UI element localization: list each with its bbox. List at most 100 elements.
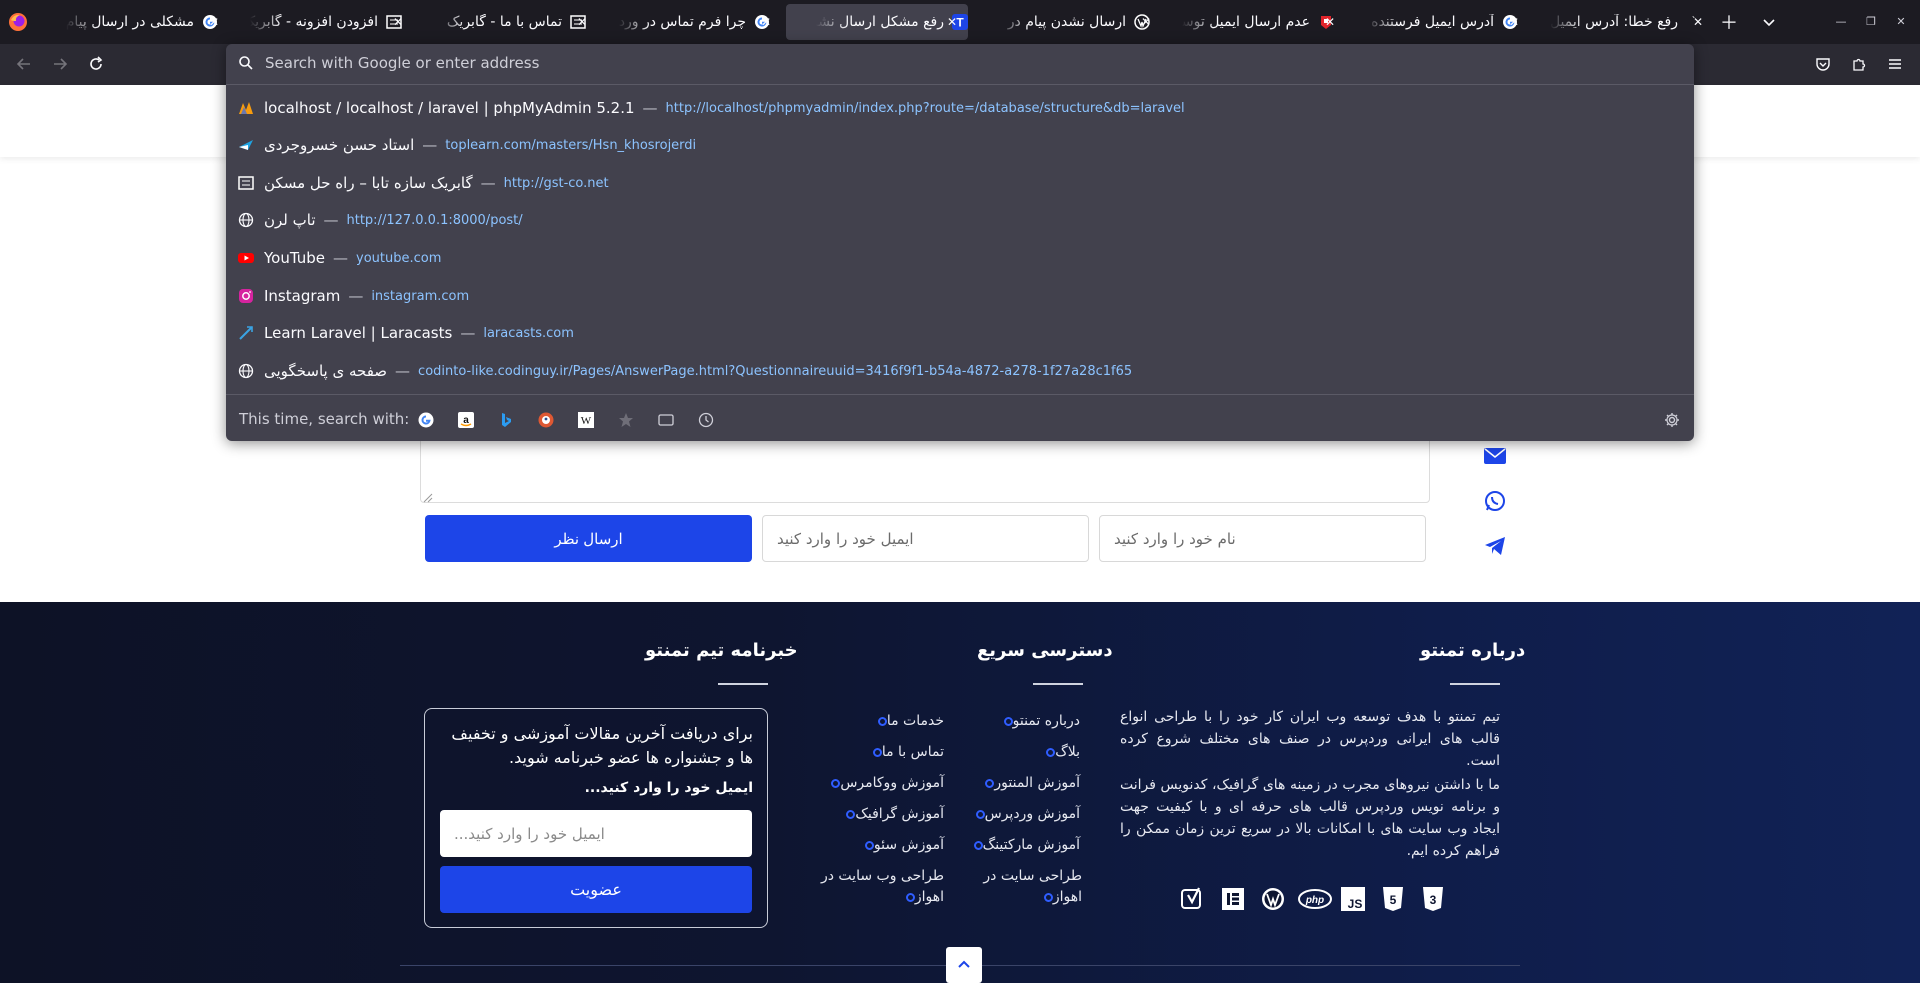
close-tab-icon[interactable]: ✕	[1322, 14, 1338, 30]
history-clock-icon[interactable]	[696, 410, 716, 430]
tab-title: آدرس ایمیل فرستنده	[1371, 14, 1494, 30]
search-icon	[239, 56, 253, 70]
footer-link[interactable]: تماس با ما	[800, 742, 944, 763]
back-arrow-icon[interactable]	[12, 52, 36, 76]
footer-link[interactable]: آموزش سئو	[800, 835, 944, 856]
search-settings-gear-icon[interactable]	[1662, 410, 1682, 430]
tab-8[interactable]: ` رفع خطا: آدرس ایمیل ✕	[1532, 4, 1703, 40]
urlbar-result[interactable]: استاد حسن خسروجردی — toplearn.com/master…	[226, 126, 1694, 164]
urlbar-result[interactable]: Instagram — instagram.com	[226, 277, 1694, 315]
tab-1[interactable]: افزودن افزونه - گابریک ✕	[232, 4, 403, 40]
bing-icon[interactable]	[496, 410, 516, 430]
amazon-icon[interactable]: a	[456, 410, 476, 430]
pocket-icon[interactable]	[1811, 52, 1835, 76]
urlbar-result[interactable]: localhost / localhost / laravel | phpMyA…	[226, 89, 1694, 127]
app-menu-hamburger-icon[interactable]	[1883, 52, 1907, 76]
tabs-icon[interactable]	[656, 410, 676, 430]
tab-title: رفع مشکل ارسال نشدن	[816, 14, 944, 30]
restore-window-icon[interactable]: ❐	[1862, 12, 1880, 30]
css3-icon: 3	[1419, 885, 1447, 913]
tab-5[interactable]: ارسال نشدن پیام در ✕	[980, 4, 1151, 40]
footer-link[interactable]: بلاگ	[960, 742, 1080, 763]
urlbar-result[interactable]: Learn Laravel | Laracasts — laracasts.co…	[226, 314, 1694, 352]
bookmarks-star-icon[interactable]	[616, 410, 636, 430]
footer-link[interactable]: طراحی وب سایت در اهواز	[800, 866, 944, 908]
footer-link[interactable]: آموزش مارکتینگ	[960, 835, 1080, 856]
tab-title: رفع خطا: آدرس ایمیل	[1550, 14, 1678, 30]
result-url: laracasts.com	[483, 325, 574, 341]
close-window-icon[interactable]: ✕	[1892, 12, 1910, 30]
newsletter-email-input[interactable]: ایمیل خود را وارد کنید...	[440, 810, 752, 857]
about-title: درباره تمنتو	[1420, 640, 1526, 661]
whatsapp-icon[interactable]	[1481, 487, 1509, 515]
tab-title: ارسال نشدن پیام در	[1007, 14, 1126, 30]
close-tab-icon[interactable]: ✕	[1138, 14, 1154, 30]
subscribe-button[interactable]: عضویت	[440, 866, 752, 913]
urlbar-result[interactable]: YouTube — youtube.com	[226, 239, 1694, 277]
close-tab-icon[interactable]: ✕	[1506, 14, 1522, 30]
title-underline	[1450, 683, 1500, 685]
close-tab-icon[interactable]: ✕	[574, 14, 590, 30]
list-all-tabs-chevron-down-icon[interactable]	[1757, 10, 1781, 34]
footer-link[interactable]: درباره تمنتو	[960, 711, 1080, 732]
tab-3[interactable]: چرا فرم تماس در ورد ✕	[600, 4, 771, 40]
tab-title: مشکلی در ارسال پیام	[66, 14, 194, 30]
urlbar-result[interactable]: صفحه ی پاسخگویی — codinto-like.codinguy.…	[226, 352, 1694, 390]
result-separator: —	[642, 99, 658, 117]
bullet-icon	[831, 778, 841, 788]
forward-arrow-icon[interactable]	[48, 52, 72, 76]
submit-comment-button[interactable]: ارسال نظر	[425, 515, 752, 562]
close-tab-icon[interactable]: ✕	[1690, 14, 1706, 30]
footer-link[interactable]: طراحی سایت در اهواز	[960, 866, 1082, 908]
tab-4-active[interactable]: T رفع مشکل ارسال نشدن ✕	[786, 4, 968, 40]
duckduckgo-icon[interactable]	[536, 410, 556, 430]
svg-text:3: 3	[1430, 893, 1437, 907]
minimize-window-icon[interactable]: —	[1832, 12, 1850, 30]
tab-0[interactable]: مشکلی در ارسال پیام ✕	[48, 4, 219, 40]
result-url: instagram.com	[371, 288, 470, 304]
tab-title: چرا فرم تماس در ورد	[618, 14, 746, 30]
tab-6[interactable]: عدم ارسال ایمیل توسط ✕	[1164, 4, 1335, 40]
email-icon[interactable]	[1481, 442, 1509, 470]
close-tab-icon[interactable]: ✕	[758, 14, 774, 30]
firefox-icon[interactable]	[8, 12, 28, 32]
tab-2[interactable]: تماس با ما - گابریک ✕	[416, 4, 587, 40]
telegram-icon[interactable]	[1481, 532, 1509, 560]
result-separator: —	[333, 249, 348, 267]
result-separator: —	[395, 362, 411, 380]
close-tab-icon[interactable]: ✕	[390, 14, 406, 30]
bullet-icon	[973, 840, 983, 850]
wikipedia-icon[interactable]: W	[576, 410, 596, 430]
phpmyadmin-icon	[238, 100, 254, 116]
name-input[interactable]: نام خود را وارد کنید	[1099, 515, 1426, 562]
gst-icon	[238, 175, 254, 191]
newsletter-email-label: ایمیل خود را وارد کنید...	[584, 780, 753, 796]
bullet-icon	[877, 716, 887, 726]
email-input[interactable]: ایمیل خود را وارد کنید	[762, 515, 1089, 562]
footer-link[interactable]: آموزش گرافیک	[800, 804, 944, 825]
result-title: YouTube	[264, 249, 325, 267]
close-tab-icon[interactable]: ✕	[944, 14, 960, 30]
tab-title: تماس با ما - گابریک	[446, 14, 562, 30]
bullet-icon	[1043, 892, 1053, 902]
footer-link[interactable]: آموزش وردپرس	[960, 804, 1080, 825]
resize-grip-icon[interactable]	[423, 493, 433, 503]
footer-link[interactable]: خدمات ما	[800, 711, 944, 732]
result-url: http://gst-co.net	[503, 175, 609, 191]
bullet-icon	[905, 892, 915, 902]
footer-link[interactable]: آموزش ووکامرس	[800, 773, 944, 794]
result-url: http://localhost/phpmyadmin/index.php?ro…	[665, 100, 1185, 116]
result-separator: —	[348, 287, 364, 305]
result-title: localhost / localhost / laravel | phpMyA…	[264, 99, 635, 117]
urlbar-result[interactable]: گابریک سازه تابا – راه حل مسکن — http://…	[226, 164, 1694, 202]
result-title: Instagram	[264, 287, 341, 305]
close-tab-icon[interactable]: ✕	[206, 14, 222, 30]
footer-link[interactable]: آموزش المنتور	[960, 773, 1080, 794]
tab-7[interactable]: آدرس ایمیل فرستنده ✕	[1348, 4, 1519, 40]
extensions-puzzle-icon[interactable]	[1847, 52, 1871, 76]
back-to-top-chevron-up-icon[interactable]	[946, 947, 982, 983]
urlbar-result[interactable]: تاپ لرن — http://127.0.0.1:8000/post/	[226, 201, 1694, 239]
reload-icon[interactable]	[84, 52, 108, 76]
google-icon[interactable]	[416, 410, 436, 430]
new-tab-plus-icon[interactable]: ＋	[1717, 10, 1741, 34]
